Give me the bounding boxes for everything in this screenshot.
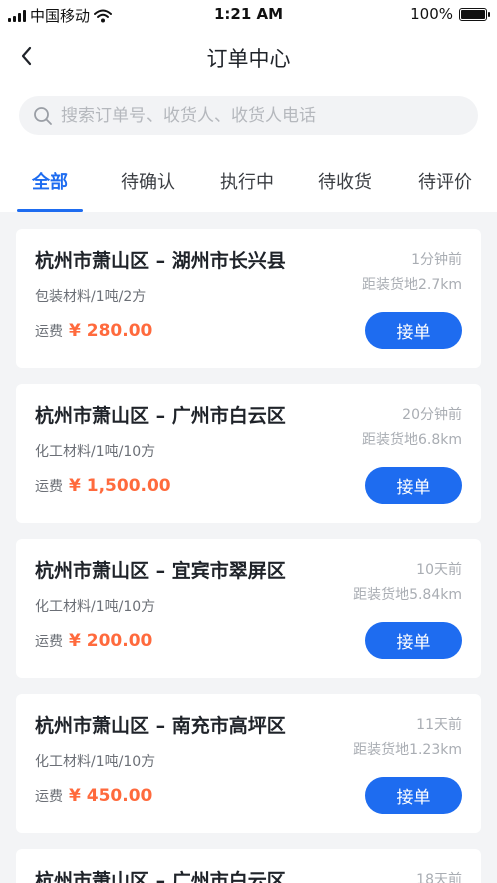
- tab-bar: 全部 待确认 执行中 待收货 待评价: [0, 160, 497, 212]
- order-fee: 运费 ¥ 450.00: [35, 786, 152, 806]
- battery-percent: 100%: [410, 5, 453, 23]
- order-route: 杭州市萧山区 – 宜宾市翠屏区: [35, 560, 286, 582]
- tab-all[interactable]: 全部: [32, 168, 68, 194]
- tab-pending-receipt[interactable]: 待收货: [318, 168, 372, 194]
- order-route: 杭州市萧山区 – 湖州市长兴县: [35, 250, 286, 272]
- order-goods: 化工材料/1吨/10方: [35, 444, 156, 460]
- tab-pending-review[interactable]: 待评价: [418, 168, 472, 194]
- order-card[interactable]: 杭州市萧山区 – 宜宾市翠屏区 10天前 化工材料/1吨/10方 距装货地5.8…: [16, 539, 481, 678]
- fee-label: 运费: [35, 479, 63, 495]
- order-fee: 运费 ¥ 280.00: [35, 321, 152, 341]
- order-time: 10天前: [416, 562, 462, 578]
- fee-amount: ¥ 1,500.00: [69, 476, 171, 496]
- order-time: 1分钟前: [411, 252, 462, 268]
- accept-order-button[interactable]: 接单: [365, 777, 462, 814]
- order-distance: 距装货地1.23km: [353, 742, 462, 758]
- fee-label: 运费: [35, 789, 63, 805]
- order-time: 18天前: [416, 872, 462, 883]
- order-fee: 运费 ¥ 1,500.00: [35, 476, 171, 496]
- battery-icon: [459, 7, 490, 21]
- status-bar: 中国移动 1:21 AM 100%: [0, 0, 497, 28]
- order-card[interactable]: 杭州市萧山区 – 湖州市长兴县 1分钟前 包装材料/1吨/2方 距装货地2.7k…: [16, 229, 481, 368]
- order-goods: 包装材料/1吨/2方: [35, 289, 147, 305]
- order-time: 20分钟前: [402, 407, 462, 423]
- fee-label: 运费: [35, 324, 63, 340]
- order-distance: 距装货地5.84km: [353, 587, 462, 603]
- order-card[interactable]: 杭州市萧山区 – 广州市白云区 20分钟前 化工材料/1吨/10方 距装货地6.…: [16, 384, 481, 523]
- order-goods: 化工材料/1吨/10方: [35, 754, 156, 770]
- tab-pending-confirm[interactable]: 待确认: [121, 168, 175, 194]
- fee-amount: ¥ 280.00: [69, 321, 153, 341]
- search-bar[interactable]: [19, 96, 478, 135]
- order-distance: 距装货地6.8km: [361, 432, 462, 448]
- accept-order-button[interactable]: 接单: [365, 312, 462, 349]
- fee-label: 运费: [35, 634, 63, 650]
- order-card[interactable]: 杭州市萧山区 – 南充市高坪区 11天前 化工材料/1吨/10方 距装货地1.2…: [16, 694, 481, 833]
- order-route: 杭州市萧山区 – 广州市白云区: [35, 870, 286, 883]
- fee-amount: ¥ 450.00: [69, 786, 153, 806]
- fee-amount: ¥ 200.00: [69, 631, 153, 651]
- accept-order-button[interactable]: 接单: [365, 622, 462, 659]
- order-card[interactable]: 杭州市萧山区 – 广州市白云区 18天前: [16, 849, 481, 883]
- active-tab-indicator: [17, 209, 83, 212]
- search-input[interactable]: [61, 105, 461, 126]
- tab-in-progress[interactable]: 执行中: [220, 168, 274, 194]
- order-route: 杭州市萧山区 – 南充市高坪区: [35, 715, 286, 737]
- order-fee: 运费 ¥ 200.00: [35, 631, 152, 651]
- battery-fill: [461, 9, 485, 19]
- search-icon: [34, 106, 52, 125]
- order-distance: 距装货地2.7km: [361, 277, 462, 293]
- order-route: 杭州市萧山区 – 广州市白云区: [35, 405, 286, 427]
- order-goods: 化工材料/1吨/10方: [35, 599, 156, 615]
- order-time: 11天前: [416, 717, 462, 733]
- status-right: 100%: [410, 5, 490, 23]
- top-panel: 中国移动 1:21 AM 100% 订单中心 搜索订单号、收货人、收货人电话 全…: [0, 0, 497, 212]
- accept-order-button[interactable]: 接单: [365, 467, 462, 504]
- page-title: 订单中心: [206, 47, 291, 71]
- nav-bar: 订单中心: [0, 34, 497, 78]
